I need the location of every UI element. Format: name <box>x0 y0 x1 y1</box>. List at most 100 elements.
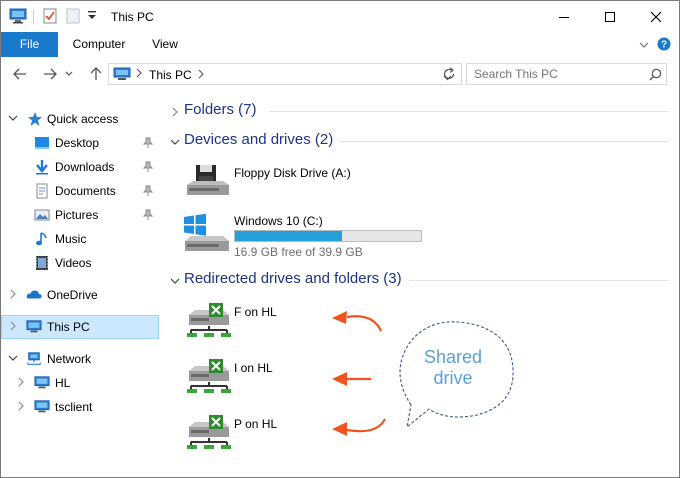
close-button[interactable] <box>633 1 679 32</box>
sidebar-item-this-pc[interactable]: This PC <box>1 315 159 339</box>
sidebar-item-tsclient[interactable]: tsclient <box>1 395 159 419</box>
minimize-button[interactable] <box>541 1 587 32</box>
arrow-right-icon <box>44 68 57 80</box>
divider <box>269 111 669 112</box>
sidebar-item-videos[interactable]: Videos <box>1 251 159 275</box>
sidebar-item-documents[interactable]: Documents <box>1 179 159 203</box>
group-redirected-drives[interactable]: Redirected drives and folders (3) <box>161 268 679 292</box>
sidebar-item-pictures[interactable]: Pictures <box>1 203 159 227</box>
chevron-right-icon[interactable] <box>16 377 26 387</box>
back-button[interactable] <box>11 65 29 83</box>
arrow-up-icon <box>90 67 102 80</box>
sidebar-item-downloads[interactable]: Downloads <box>1 155 159 179</box>
title-bar: This PC <box>1 1 679 32</box>
maximize-icon <box>605 11 615 22</box>
drive-floppy-a[interactable]: Floppy Disk Drive (A:) <box>179 157 439 205</box>
tab-file[interactable]: File <box>1 32 58 57</box>
redirected-drive-i[interactable]: I on HL <box>179 353 439 401</box>
breadcrumb-chevron-icon[interactable] <box>198 68 204 82</box>
sidebar-item-label: This PC <box>47 320 90 334</box>
group-heading: Redirected drives and folders (3) <box>184 270 402 287</box>
customize-quick-access-icon[interactable] <box>87 10 97 28</box>
search-input[interactable] <box>467 64 645 84</box>
pin-icon[interactable] <box>143 137 153 149</box>
search-box[interactable] <box>466 63 667 85</box>
chevron-down-icon <box>65 71 73 76</box>
separator <box>33 10 34 24</box>
chevron-down-icon[interactable] <box>170 137 180 147</box>
redirected-drive-p[interactable]: P on HL <box>179 409 439 457</box>
pin-icon[interactable] <box>143 161 153 173</box>
chevron-right-icon[interactable] <box>8 321 18 331</box>
search-icon[interactable] <box>649 68 662 81</box>
sidebar-item-desktop[interactable]: Desktop <box>1 131 159 155</box>
network-drive-icon <box>187 359 231 393</box>
drive-label: F on HL <box>234 305 277 319</box>
properties-icon[interactable] <box>42 8 58 26</box>
drive-usage-bar <box>234 230 422 242</box>
new-folder-icon[interactable] <box>66 8 82 26</box>
sidebar-item-label: Downloads <box>55 160 115 174</box>
breadcrumb-chevron-icon[interactable] <box>136 67 142 81</box>
sidebar-item-label: tsclient <box>55 400 93 414</box>
refresh-button[interactable] <box>442 67 456 81</box>
documents-icon <box>36 183 48 199</box>
sidebar-item-music[interactable]: Music <box>1 227 159 251</box>
forward-button[interactable] <box>41 65 59 83</box>
tab-computer[interactable]: Computer <box>65 32 133 57</box>
drive-windows-c[interactable]: Windows 10 (C:) 16.9 GB free of 39.9 GB <box>179 209 439 259</box>
videos-icon <box>36 256 48 270</box>
close-icon <box>651 11 661 22</box>
group-heading: Devices and drives (2) <box>184 131 334 148</box>
sidebar-item-label: Quick access <box>47 112 119 126</box>
chevron-right-icon[interactable] <box>170 107 180 117</box>
sidebar-item-label: Network <box>47 352 92 366</box>
minimize-icon <box>559 16 569 18</box>
sidebar-item-label: Pictures <box>55 208 99 222</box>
maximize-button[interactable] <box>587 1 633 32</box>
callout-line-2: drive <box>433 368 473 388</box>
up-button[interactable] <box>87 65 105 83</box>
chevron-down-icon[interactable] <box>8 353 18 363</box>
sidebar-item-onedrive[interactable]: OneDrive <box>1 283 159 307</box>
cloud-icon <box>26 290 42 299</box>
group-folders[interactable]: Folders (7) <box>161 99 679 123</box>
chevron-down-icon[interactable] <box>8 113 18 123</box>
drive-free-space: 16.9 GB free of 39.9 GB <box>234 245 363 259</box>
chevron-down-icon[interactable] <box>170 276 180 286</box>
pin-icon[interactable] <box>143 209 153 221</box>
sidebar-item-label: OneDrive <box>47 288 98 302</box>
sidebar-item-label: HL <box>55 376 71 390</box>
expand-ribbon-button[interactable] <box>639 39 649 49</box>
computer-icon <box>113 67 131 80</box>
sidebar-item-label: Music <box>55 232 87 246</box>
sidebar-item-quick-access[interactable]: Quick access <box>1 107 159 131</box>
drive-label: I on HL <box>234 361 273 375</box>
drive-label: Windows 10 (C:) <box>234 214 323 228</box>
address-bar[interactable]: This PC <box>108 63 462 85</box>
help-button[interactable]: ? <box>657 37 671 51</box>
group-devices-and-drives[interactable]: Devices and drives (2) <box>161 129 679 153</box>
computer-icon <box>34 376 50 389</box>
chevron-right-icon[interactable] <box>16 401 26 411</box>
sidebar-item-hl[interactable]: HL <box>1 371 159 395</box>
desktop-icon <box>35 137 49 149</box>
chevron-right-icon[interactable] <box>8 289 18 299</box>
network-drive-icon <box>187 415 231 449</box>
pin-icon[interactable] <box>143 185 153 197</box>
floppy-drive-icon <box>187 165 229 195</box>
recent-locations-button[interactable] <box>63 65 75 83</box>
sidebar-item-label: Documents <box>55 184 116 198</box>
navigation-bar: This PC <box>1 57 679 90</box>
breadcrumb-this-pc[interactable]: This PC <box>149 68 192 82</box>
computer-icon[interactable] <box>9 8 27 26</box>
star-icon <box>28 112 42 126</box>
svg-text:?: ? <box>661 40 667 51</box>
network-drive-icon <box>187 303 231 337</box>
tab-view[interactable]: View <box>141 32 189 57</box>
help-icon: ? <box>657 37 671 51</box>
computer-icon <box>34 400 50 413</box>
redirected-drive-f[interactable]: F on HL <box>179 297 439 345</box>
ribbon: File Computer View ? <box>1 32 679 57</box>
sidebar-item-network[interactable]: Network <box>1 347 159 371</box>
